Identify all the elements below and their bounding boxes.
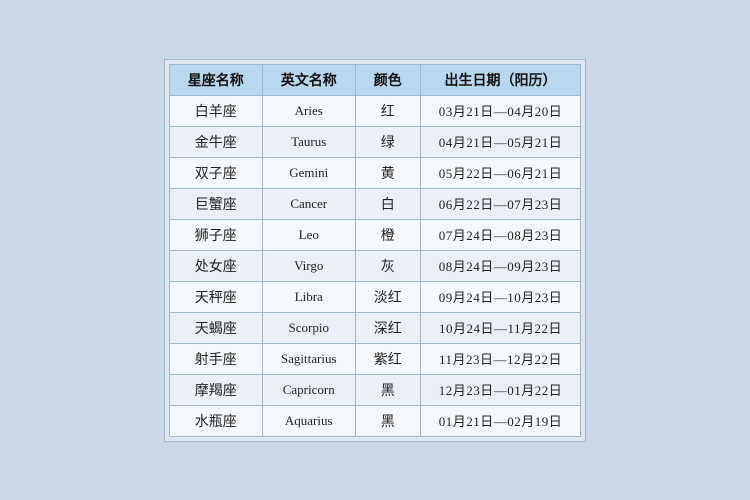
cell-chinese-name: 水瓶座 [169, 405, 262, 436]
cell-chinese-name: 摩羯座 [169, 374, 262, 405]
table-row: 天蝎座Scorpio深红10月24日—11月22日 [169, 312, 581, 343]
cell-dates: 09月24日—10月23日 [420, 281, 581, 312]
cell-color: 淡红 [355, 281, 420, 312]
cell-dates: 08月24日—09月23日 [420, 250, 581, 281]
cell-dates: 01月21日—02月19日 [420, 405, 581, 436]
cell-color: 绿 [355, 126, 420, 157]
cell-english-name: Aquarius [262, 405, 355, 436]
cell-english-name: Libra [262, 281, 355, 312]
cell-color: 黑 [355, 374, 420, 405]
table-row: 摩羯座Capricorn黑12月23日—01月22日 [169, 374, 581, 405]
cell-color: 黑 [355, 405, 420, 436]
cell-color: 红 [355, 95, 420, 126]
table-row: 射手座Sagittarius紫红11月23日—12月22日 [169, 343, 581, 374]
cell-chinese-name: 天秤座 [169, 281, 262, 312]
cell-chinese-name: 双子座 [169, 157, 262, 188]
cell-dates: 06月22日—07月23日 [420, 188, 581, 219]
table-row: 双子座Gemini黄05月22日—06月21日 [169, 157, 581, 188]
zodiac-table: 星座名称 英文名称 颜色 出生日期（阳历） 白羊座Aries红03月21日—04… [169, 64, 582, 437]
cell-english-name: Scorpio [262, 312, 355, 343]
header-dates: 出生日期（阳历） [420, 64, 581, 95]
cell-chinese-name: 射手座 [169, 343, 262, 374]
cell-dates: 11月23日—12月22日 [420, 343, 581, 374]
table-row: 水瓶座Aquarius黑01月21日—02月19日 [169, 405, 581, 436]
header-color: 颜色 [355, 64, 420, 95]
cell-english-name: Sagittarius [262, 343, 355, 374]
cell-english-name: Gemini [262, 157, 355, 188]
cell-dates: 07月24日—08月23日 [420, 219, 581, 250]
cell-english-name: Aries [262, 95, 355, 126]
cell-chinese-name: 巨蟹座 [169, 188, 262, 219]
cell-english-name: Taurus [262, 126, 355, 157]
cell-english-name: Capricorn [262, 374, 355, 405]
cell-color: 黄 [355, 157, 420, 188]
cell-dates: 10月24日—11月22日 [420, 312, 581, 343]
cell-dates: 03月21日—04月20日 [420, 95, 581, 126]
table-row: 金牛座Taurus绿04月21日—05月21日 [169, 126, 581, 157]
cell-chinese-name: 天蝎座 [169, 312, 262, 343]
cell-color: 紫红 [355, 343, 420, 374]
table-row: 巨蟹座Cancer白06月22日—07月23日 [169, 188, 581, 219]
cell-chinese-name: 白羊座 [169, 95, 262, 126]
cell-dates: 05月22日—06月21日 [420, 157, 581, 188]
zodiac-table-container: 星座名称 英文名称 颜色 出生日期（阳历） 白羊座Aries红03月21日—04… [164, 59, 587, 442]
cell-color: 橙 [355, 219, 420, 250]
table-row: 白羊座Aries红03月21日—04月20日 [169, 95, 581, 126]
cell-chinese-name: 狮子座 [169, 219, 262, 250]
table-row: 天秤座Libra淡红09月24日—10月23日 [169, 281, 581, 312]
cell-color: 白 [355, 188, 420, 219]
table-header-row: 星座名称 英文名称 颜色 出生日期（阳历） [169, 64, 581, 95]
cell-color: 灰 [355, 250, 420, 281]
header-english-name: 英文名称 [262, 64, 355, 95]
cell-english-name: Virgo [262, 250, 355, 281]
cell-english-name: Leo [262, 219, 355, 250]
table-row: 处女座Virgo灰08月24日—09月23日 [169, 250, 581, 281]
header-chinese-name: 星座名称 [169, 64, 262, 95]
cell-dates: 04月21日—05月21日 [420, 126, 581, 157]
table-row: 狮子座Leo橙07月24日—08月23日 [169, 219, 581, 250]
cell-color: 深红 [355, 312, 420, 343]
cell-chinese-name: 处女座 [169, 250, 262, 281]
cell-english-name: Cancer [262, 188, 355, 219]
cell-chinese-name: 金牛座 [169, 126, 262, 157]
cell-dates: 12月23日—01月22日 [420, 374, 581, 405]
table-body: 白羊座Aries红03月21日—04月20日金牛座Taurus绿04月21日—0… [169, 95, 581, 436]
